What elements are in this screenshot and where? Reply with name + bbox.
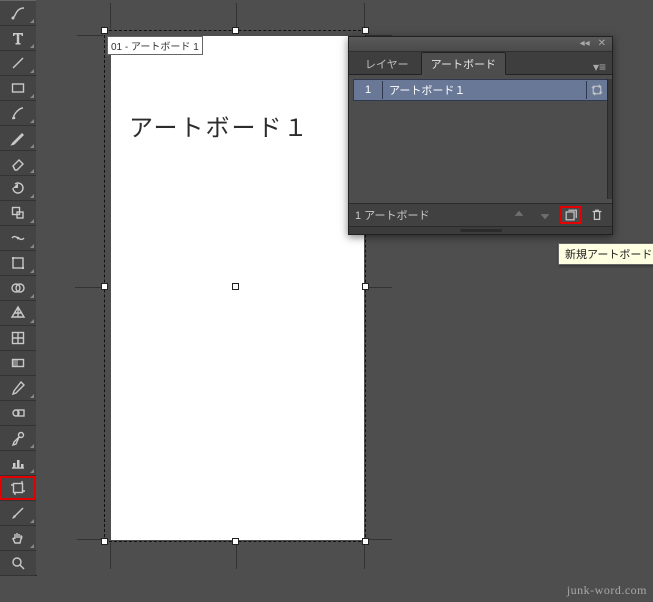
artboard-row-options-icon[interactable] (586, 81, 607, 99)
panel-body[interactable]: 1 アートボード１ (349, 75, 612, 203)
zoom-tool[interactable] (0, 551, 36, 576)
tick (366, 287, 392, 288)
panel-tabs: レイヤー アートボード ▾≡ (349, 52, 612, 75)
type-tool[interactable] (0, 26, 36, 51)
artboard-overlay-label[interactable]: 01 - アートボード 1 (107, 36, 203, 55)
delete-artboard-button[interactable] (586, 206, 608, 224)
tick (110, 543, 111, 569)
panel-titlebar[interactable]: ◂◂ ✕ (349, 37, 612, 52)
watermark: junk-word.com (567, 583, 647, 598)
tab-artboards[interactable]: アートボード (421, 52, 506, 75)
move-up-button[interactable] (508, 206, 530, 224)
artboard-tool[interactable] (0, 476, 36, 501)
handle-top-left[interactable] (101, 27, 108, 34)
panel-resize-grip[interactable] (349, 226, 612, 234)
artboard-canvas[interactable]: 01 - アートボード 1 アートボード１ (111, 36, 364, 540)
artboards-panel[interactable]: ◂◂ ✕ レイヤー アートボード ▾≡ 1 アートボード１ 1 アートボード (348, 36, 613, 235)
tick (77, 539, 103, 540)
tool-strip (0, 0, 37, 576)
hand-tool[interactable] (0, 526, 36, 551)
panel-footer: 1 アートボード (349, 203, 612, 226)
handle-top-center[interactable] (232, 27, 239, 34)
artboard-row-name[interactable]: アートボード１ (383, 82, 586, 98)
shape-builder-tool[interactable] (0, 276, 36, 301)
tick (364, 543, 365, 569)
tick (77, 35, 103, 36)
panel-collapse-icon[interactable]: ◂◂ (580, 39, 590, 49)
move-down-button[interactable] (534, 206, 556, 224)
symbol-sprayer-tool[interactable] (0, 426, 36, 451)
panel-menu-icon[interactable]: ▾≡ (593, 60, 606, 74)
eyedropper-tool[interactable] (0, 376, 36, 401)
artboard-count-label: 1 アートボード (353, 207, 504, 223)
tick (236, 3, 237, 29)
pencil-tool[interactable] (0, 126, 36, 151)
rectangle-tool[interactable] (0, 76, 36, 101)
tick (75, 287, 101, 288)
artboard-row[interactable]: 1 アートボード１ (353, 79, 608, 101)
curvature-tool[interactable] (0, 1, 36, 26)
width-tool[interactable] (0, 226, 36, 251)
blend-tool[interactable] (0, 401, 36, 426)
perspective-grid-tool[interactable] (0, 301, 36, 326)
gradient-tool[interactable] (0, 351, 36, 376)
line-segment-tool[interactable] (0, 51, 36, 76)
tab-layers[interactable]: レイヤー (355, 52, 419, 75)
tick (236, 543, 237, 569)
panel-close-icon[interactable]: ✕ (598, 39, 606, 49)
eraser-tool[interactable] (0, 151, 36, 176)
tooltip-new-artboard: 新規アートボード (558, 243, 653, 265)
tick (110, 3, 111, 29)
column-graph-tool[interactable] (0, 451, 36, 476)
tick (366, 539, 392, 540)
free-transform-tool[interactable] (0, 251, 36, 276)
new-artboard-button[interactable] (560, 206, 582, 224)
handle-mid-left[interactable] (101, 283, 108, 290)
artboard-row-index: 1 (354, 84, 382, 96)
rotate-tool[interactable] (0, 176, 36, 201)
scale-tool[interactable] (0, 201, 36, 226)
tick (364, 3, 365, 29)
paintbrush-tool[interactable] (0, 101, 36, 126)
mesh-tool[interactable] (0, 326, 36, 351)
slice-tool[interactable] (0, 501, 36, 526)
